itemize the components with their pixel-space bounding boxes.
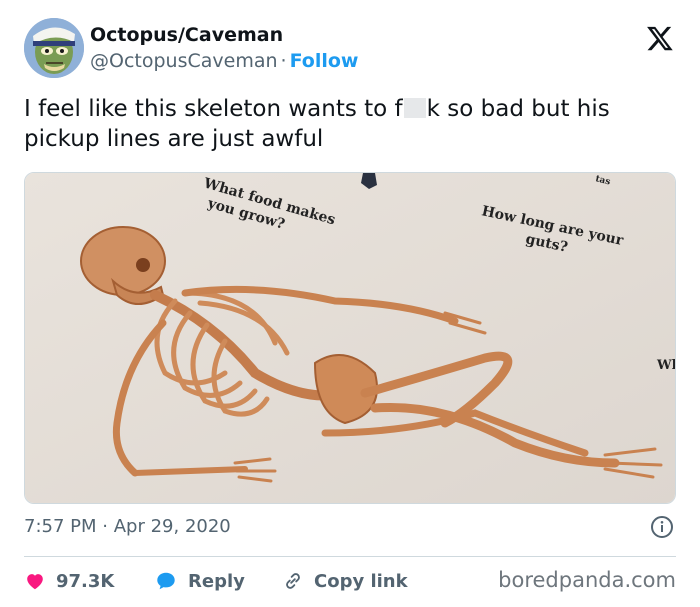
- like-count: 97.3K: [56, 570, 115, 592]
- skeleton-photo: What food makes you grow? How long are y…: [25, 173, 676, 503]
- info-icon[interactable]: [650, 515, 674, 539]
- x-logo-icon[interactable]: [646, 24, 674, 52]
- user-handle-line: @OctopusCaveman · Follow: [90, 50, 358, 72]
- reply-button[interactable]: Reply: [154, 566, 245, 596]
- avatar[interactable]: [24, 18, 84, 78]
- like-button[interactable]: 97.3K: [24, 566, 114, 596]
- link-icon: [286, 573, 300, 589]
- copy-link-label: Copy link: [314, 570, 408, 592]
- watermark: boredpanda.com: [498, 568, 676, 592]
- tweet-text-part-1: I feel like this skeleton wants to f: [24, 96, 403, 122]
- reply-label: Reply: [188, 570, 245, 592]
- timestamp-separator: ·: [102, 516, 108, 537]
- timestamp[interactable]: 7:57 PM · Apr 29, 2020: [24, 516, 231, 537]
- handle-separator: ·: [280, 50, 287, 72]
- timestamp-date: Apr 29, 2020: [113, 516, 231, 537]
- user-name[interactable]: Octopus/Caveman: [90, 24, 283, 46]
- user-handle[interactable]: @OctopusCaveman: [90, 50, 278, 72]
- heart-icon: [27, 574, 43, 590]
- follow-button[interactable]: Follow: [290, 50, 359, 72]
- tweet-text: I feel like this skeleton wants to fk so…: [24, 94, 684, 154]
- tweet-media[interactable]: What food makes you grow? How long are y…: [24, 172, 676, 504]
- caption-edge: Wh: [656, 358, 676, 373]
- divider: [24, 556, 676, 557]
- action-bar: 97.3K Reply Copy link boredpanda.com: [24, 566, 676, 596]
- censor-blur: [403, 98, 426, 118]
- tweet-header: Octopus/Caveman @OctopusCaveman · Follow: [24, 18, 676, 80]
- avatar-image: [24, 18, 84, 78]
- reply-bubble-icon: [157, 572, 175, 590]
- copy-link-button[interactable]: Copy link: [282, 566, 408, 596]
- timestamp-time: 7:57 PM: [24, 516, 97, 537]
